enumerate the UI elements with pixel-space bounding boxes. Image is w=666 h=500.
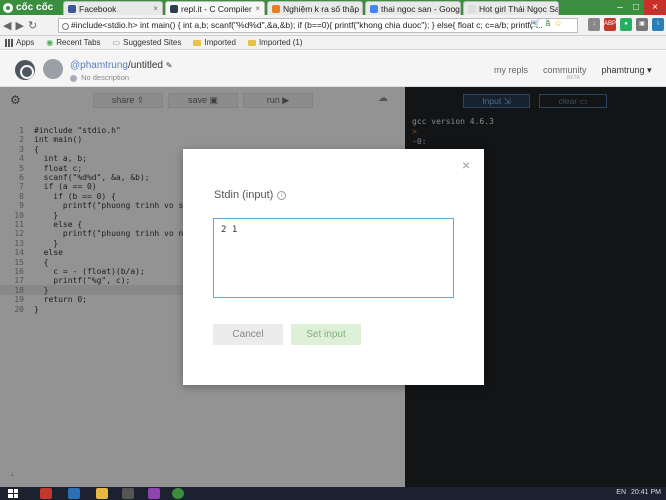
bookmark-imported-1[interactable]: Imported (1) (247, 38, 303, 47)
google-icon (370, 4, 378, 13)
bookmark-label: Recent Tabs (56, 38, 101, 47)
page-icon: ▭ (112, 38, 121, 47)
avatar-icon (272, 4, 280, 13)
coccoc-taskbar-icon[interactable] (172, 488, 184, 499)
taskbar-app-icon[interactable] (68, 488, 80, 499)
system-tray: EN 20:41 PM (616, 489, 661, 496)
bookmark-star-icon[interactable]: ☆ (554, 18, 562, 29)
tab-close-icon[interactable]: × (255, 4, 260, 13)
taskbar-app-icon[interactable] (40, 488, 52, 499)
folder-icon (193, 39, 202, 46)
extension-icon[interactable]: ● (620, 18, 632, 31)
extension-icons: ↓ ABP ● ▣ i ≡ (588, 18, 666, 31)
cart-icon[interactable]: 🛒 (530, 18, 541, 29)
dialog-title-text: Stdin (input) (214, 189, 274, 201)
clock[interactable]: 20:41 PM (631, 489, 661, 496)
taskbar-app-icon[interactable] (122, 488, 134, 499)
project-user[interactable]: @phamtrung (70, 60, 128, 71)
tab-hotgirl[interactable]: Hot girl Thái Ngọc San × (463, 1, 559, 15)
download-icon[interactable]: ↓ (588, 18, 600, 31)
bookmark-apps[interactable]: Apps (5, 38, 34, 47)
app-header: @phamtrung/untitled ✎ No description my … (0, 51, 666, 87)
tab-label: repl.it - C Compiler (181, 3, 252, 14)
tab-close-icon[interactable]: × (153, 4, 158, 13)
tab-label: thai ngoc san - Googl (381, 3, 461, 14)
dialog-title: Stdin (input) i (214, 189, 287, 201)
beta-badge: BETA (567, 75, 580, 81)
windows-start-icon[interactable] (8, 489, 18, 498)
description-text: No description (81, 73, 130, 82)
nav-user-menu[interactable]: phamtrung ▾ (602, 65, 652, 76)
adblock-icon[interactable]: ABP (604, 18, 616, 31)
user-menu-label: phamtrung (601, 65, 645, 75)
nav-my-repls[interactable]: my repls (494, 65, 528, 76)
project-name[interactable]: untitled (131, 60, 163, 71)
avatar[interactable] (43, 59, 63, 79)
coccoc-logo-icon (3, 2, 13, 13)
facebook-icon (68, 4, 76, 13)
replit-logo-icon[interactable] (15, 60, 35, 80)
tab-label: Facebook (79, 3, 117, 14)
stdin-dialog: × Stdin (input) i 2 1 Cancel Set input (183, 149, 484, 385)
taskbar-app-icon[interactable] (148, 488, 160, 499)
bookmark-label: Suggested Sites (123, 38, 182, 47)
chevron-down-icon: ▾ (647, 65, 652, 75)
navigation-bar: ◀ ▶ ↻ #include<stdio.h> int main() { int… (0, 15, 666, 36)
browser-brand[interactable]: cốc cốc (3, 1, 53, 14)
language-indicator[interactable]: EN (616, 489, 626, 496)
nav-buttons: ◀ ▶ ↻ (3, 19, 37, 32)
cancel-button[interactable]: Cancel (213, 324, 283, 345)
apps-grid-icon (5, 38, 13, 47)
extension-icon[interactable]: ▣ (636, 18, 648, 31)
browser-tab-strip: cốc cốc Facebook × repl.it - C Compiler … (0, 0, 666, 15)
bookmark-label: Imported (204, 38, 236, 47)
folder-icon (247, 39, 256, 46)
close-icon[interactable]: × (462, 157, 470, 173)
bookmarks-bar: Apps ◉ Recent Tabs ▭ Suggested Sites Imp… (0, 36, 666, 50)
translate-icon[interactable]: ă (545, 18, 550, 29)
tab-google[interactable]: thai ngoc san - Googl × (365, 1, 461, 15)
bookmark-imported[interactable]: Imported (193, 38, 236, 47)
minimize-icon[interactable]: – (612, 0, 628, 15)
reload-icon[interactable]: ↻ (28, 19, 37, 32)
nav-community[interactable]: community (543, 65, 587, 76)
set-input-button[interactable]: Set input (291, 324, 361, 345)
address-bar[interactable]: #include<stdio.h> int main() { int a,b; … (58, 18, 578, 33)
maximize-icon[interactable]: □ (628, 0, 644, 15)
project-title: @phamtrung/untitled ✎ (70, 60, 173, 71)
bookmark-suggested[interactable]: ▭ Suggested Sites (113, 38, 182, 47)
stdin-textarea[interactable]: 2 1 (213, 218, 454, 298)
folder-icon[interactable] (96, 488, 108, 499)
back-icon[interactable]: ◀ (3, 19, 11, 32)
address-bar-icons: 🛒 ă ☆ (530, 18, 562, 29)
tab-replit[interactable]: repl.it - C Compiler × (165, 1, 265, 15)
c-language-icon (70, 74, 77, 82)
forward-icon[interactable]: ▶ (15, 19, 23, 32)
window-controls: – □ × (612, 0, 666, 15)
tab-label: Nghiệm k ra số thập p (283, 3, 363, 14)
close-window-icon[interactable]: × (644, 0, 666, 15)
windows-taskbar: EN 20:41 PM (0, 487, 666, 500)
edit-pencil-icon[interactable]: ✎ (166, 61, 173, 70)
page-icon (468, 4, 476, 13)
project-description[interactable]: No description (70, 73, 129, 82)
browser-brand-label: cốc cốc (16, 2, 54, 13)
replit-icon (170, 4, 178, 13)
bookmark-label: Apps (16, 38, 35, 47)
extension-icon[interactable]: i (652, 18, 664, 31)
info-icon[interactable]: i (277, 190, 287, 200)
recent-tabs-icon: ◉ (46, 38, 54, 47)
tab-facebook[interactable]: Facebook × (63, 1, 163, 15)
tab-label: Hot girl Thái Ngọc San (479, 3, 559, 14)
tab-nghiem[interactable]: Nghiệm k ra số thập p × (267, 1, 363, 15)
bookmark-label: Imported (1) (258, 38, 303, 47)
bookmark-recent-tabs[interactable]: ◉ Recent Tabs (46, 38, 100, 47)
